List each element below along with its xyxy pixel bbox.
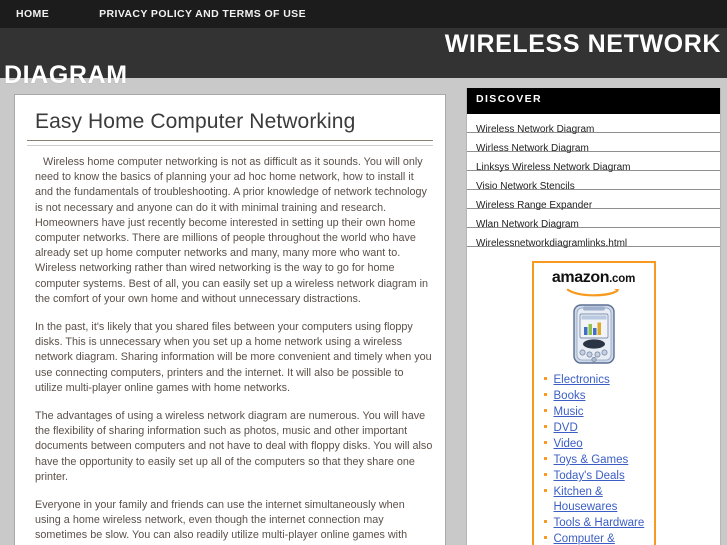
amazon-link-computer[interactable]: Computer & (554, 533, 615, 545)
list-item[interactable]: Tools & Hardware (543, 515, 654, 531)
discover-link-4[interactable]: Wireless Range Expander (476, 200, 592, 211)
article-paragraph-1: Wireless home computer networking is not… (35, 156, 429, 305)
list-item[interactable]: Books (543, 388, 654, 404)
page-body: Easy Home Computer Networking Wireless h… (0, 78, 727, 545)
article-paragraph-2: In the past, it's likely that you shared… (35, 321, 432, 394)
discover-header: DISCOVER (467, 88, 720, 114)
nav-link-privacy-policy[interactable]: PRIVACY POLICY AND TERMS OF USE (99, 8, 306, 20)
amazon-logo-word: amazon (551, 269, 610, 286)
header-band (0, 28, 727, 78)
discover-link-3[interactable]: Visio Network Stencils (476, 181, 575, 192)
discover-link-list: Wireless Network Diagram Wirless Network… (467, 114, 720, 249)
title-rule-dark (27, 140, 433, 141)
amazon-link-tools-hardware[interactable]: Tools & Hardware (554, 517, 645, 529)
discover-link-5[interactable]: Wlan Network Diagram (476, 219, 579, 230)
amazon-link-dvd[interactable]: DVD (554, 422, 578, 434)
discover-link-1[interactable]: Wirless Network Diagram (476, 143, 589, 154)
page-right-gutter (721, 78, 727, 545)
top-navigation-bar: HOME PRIVACY POLICY AND TERMS OF USE (0, 0, 727, 28)
list-item[interactable]: Video (543, 436, 654, 452)
amazon-smile-icon (566, 288, 620, 297)
top-navigation-items: HOME PRIVACY POLICY AND TERMS OF USE (0, 0, 727, 28)
amazon-category-links: Electronics Books Music DVD Video Toys &… (534, 372, 654, 545)
amazon-link-todays-deals[interactable]: Today's Deals (554, 470, 625, 482)
nav-link-home[interactable]: HOME (16, 8, 49, 20)
amazon-link-video[interactable]: Video (554, 438, 583, 450)
title-rule-light (27, 145, 433, 146)
amazon-link-toys-games[interactable]: Toys & Games (554, 454, 629, 466)
pda-handheld-icon (572, 304, 615, 364)
list-item[interactable]: Music (543, 404, 654, 420)
amazon-logo: amazon.com (534, 270, 654, 288)
list-item[interactable]: Kitchen & Housewares (543, 484, 654, 515)
amazon-link-kitchen-housewares[interactable]: Kitchen & Housewares (554, 486, 618, 513)
discover-link-2[interactable]: Linksys Wireless Network Diagram (476, 162, 630, 173)
list-item[interactable]: Computer & (543, 531, 654, 545)
page-root: HOME PRIVACY POLICY AND TERMS OF USE WIR… (0, 0, 727, 545)
list-item[interactable]: Today's Deals (543, 468, 654, 484)
amazon-link-music[interactable]: Music (554, 406, 584, 418)
page-title: Easy Home Computer Networking (35, 110, 356, 133)
list-item[interactable]: Electronics (543, 372, 654, 388)
amazon-link-electronics[interactable]: Electronics (554, 374, 610, 386)
discover-link-6[interactable]: Wirelessnetworkdiagramlinks.html (476, 238, 627, 249)
list-item[interactable]: Wireless Network Diagram (467, 114, 720, 135)
article-paragraph-3: The advantages of using a wireless netwo… (35, 410, 433, 483)
list-item[interactable]: DVD (543, 420, 654, 436)
amazon-widget: amazon.com Electronics Books Music DVD V… (531, 261, 656, 545)
article-paragraph-4: Everyone in your family and friends can … (35, 499, 408, 545)
amazon-logo-suffix: .com (609, 273, 636, 285)
amazon-link-books[interactable]: Books (554, 390, 586, 402)
discover-link-0[interactable]: Wireless Network Diagram (476, 124, 594, 135)
article-container: Easy Home Computer Networking Wireless h… (14, 94, 446, 545)
sidebar: DISCOVER Wireless Network Diagram Wirles… (466, 88, 721, 545)
list-item[interactable]: Toys & Games (543, 452, 654, 468)
amazon-widget-wrapper: amazon.com Electronics Books Music DVD V… (467, 261, 720, 545)
